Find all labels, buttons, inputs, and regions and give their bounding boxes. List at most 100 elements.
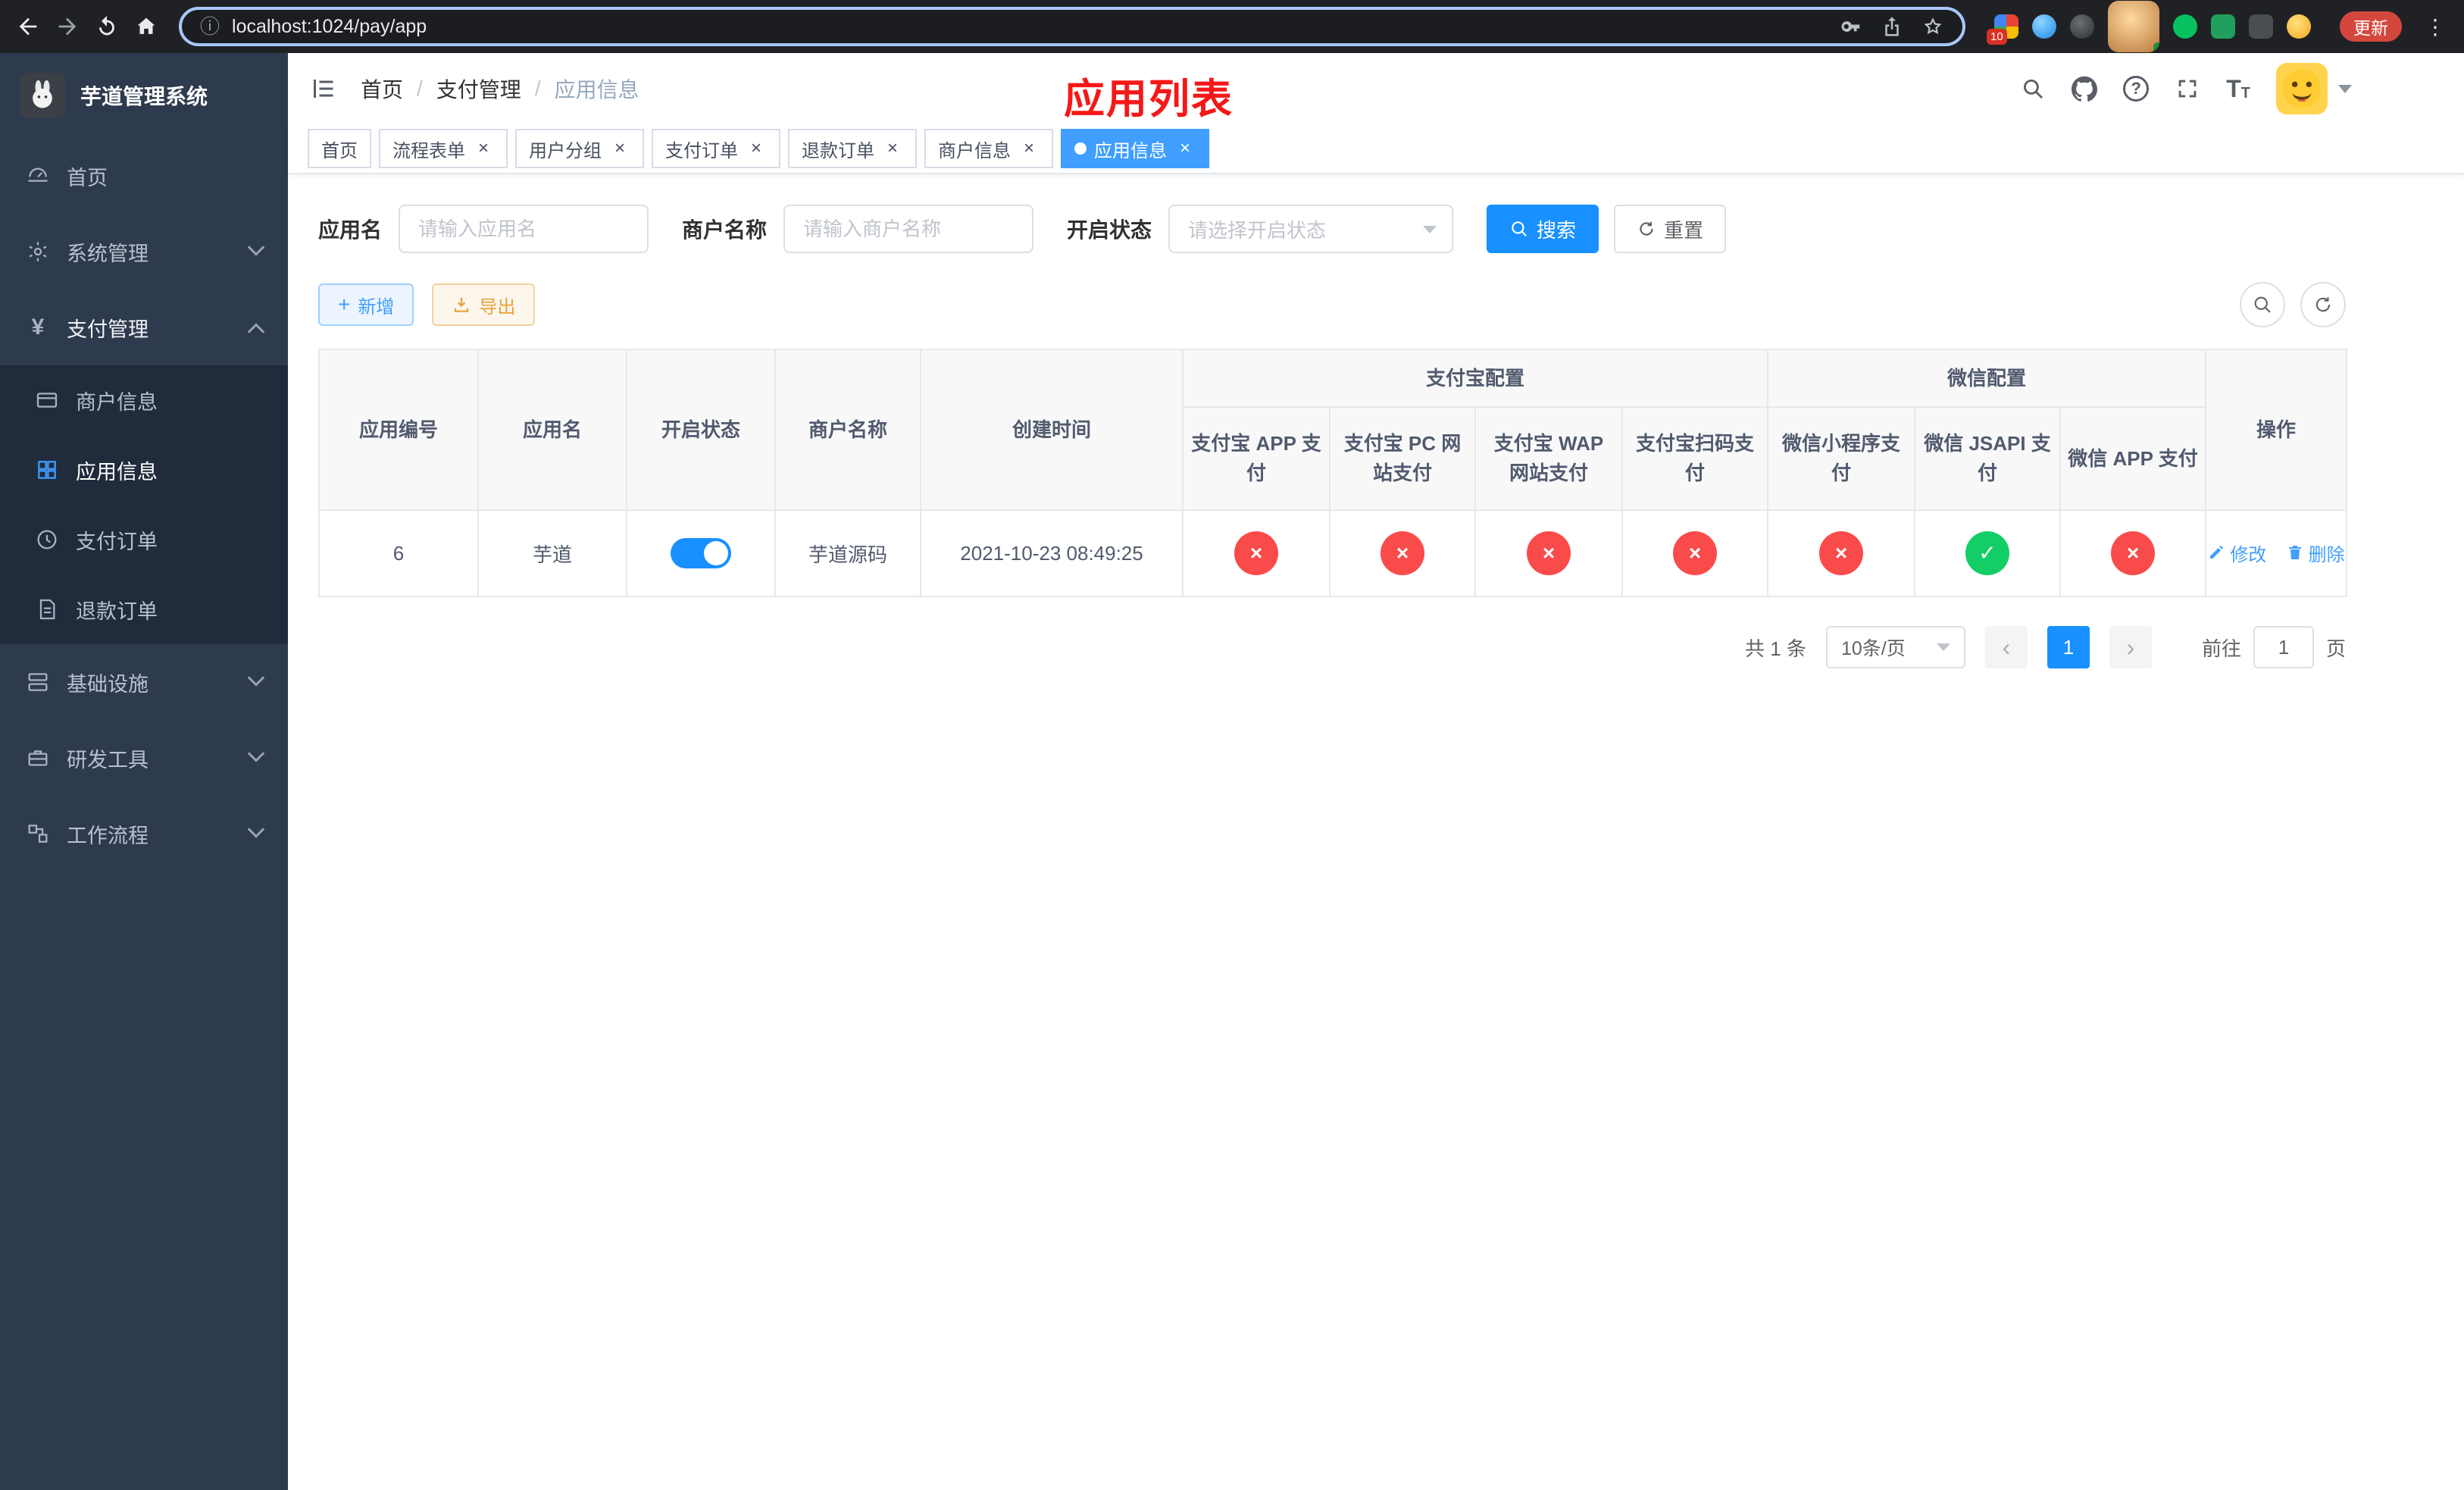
site-info-icon[interactable]: ⓘ [200,17,220,36]
close-icon[interactable]: × [1018,138,1040,159]
breadcrumb-item[interactable]: 首页 [361,74,403,104]
config-status-icon: × [1673,531,1717,575]
edit-link[interactable]: 修改 [2207,540,2266,566]
group-header-alipay: 支付宝配置 [1181,349,1769,408]
tab-home[interactable]: 首页 [308,129,371,168]
chrome-update-button[interactable]: 更新 [2340,11,2402,42]
sidebar-item-label: 系统管理 [67,242,149,265]
tab-app-info[interactable]: 应用信息 × [1061,129,1209,168]
browser-refresh-icon[interactable] [94,14,120,39]
browser-menu-icon[interactable]: ⋮ [2422,14,2449,39]
fullscreen-icon[interactable] [2175,76,2200,102]
extension-icon-2[interactable] [2032,14,2056,39]
password-key-icon[interactable] [1840,15,1862,38]
app-name-input[interactable] [399,205,649,253]
sidebar-item-system[interactable]: 系统管理 [0,214,288,290]
refresh-table-button[interactable] [2300,282,2346,327]
extension-icon-8[interactable] [2287,14,2311,39]
search-icon [2254,296,2271,313]
sidebar-item-app-info[interactable]: 应用信息 [0,435,288,505]
sidebar-item-refund-orders[interactable]: 退款订单 [0,574,288,644]
gear-icon [29,242,47,261]
bookmark-star-icon[interactable] [1921,15,1944,38]
breadcrumb: 首页 / 支付管理 / 应用信息 [361,74,639,104]
sidebar-item-merchant-info[interactable]: 商户信息 [0,365,288,435]
sidebar-item-infrastructure[interactable]: 基础设施 [0,644,288,720]
close-icon[interactable]: × [1174,138,1196,159]
extension-icon-7[interactable] [2249,14,2273,39]
column-header-alipay-app: 支付宝 APP 支付 [1182,406,1330,511]
github-icon[interactable] [2072,76,2098,102]
sidebar-item-payment[interactable]: ¥ 支付管理 [0,290,288,365]
share-icon[interactable] [1881,15,1903,38]
status-select[interactable]: 请选择开启状态 [1168,205,1454,253]
user-menu[interactable] [2276,63,2352,114]
sidebar-item-label: 首页 [67,166,108,189]
config-status-icon: × [1234,531,1278,575]
close-icon[interactable]: × [882,138,903,159]
merchant-name-label: 商户名称 [682,218,768,242]
app-title: 芋道管理系统 [80,85,208,108]
breadcrumb-separator: / [417,77,423,100]
page-size-select[interactable]: 10条/页 [1825,626,1965,668]
app-logo-row[interactable]: 芋道管理系统 [0,53,288,138]
search-button[interactable]: 搜索 [1487,205,1599,253]
extension-icon-3[interactable] [2070,14,2094,39]
tab-user-group[interactable]: 用户分组 × [515,129,644,168]
sidebar-toggle-icon[interactable] [309,75,336,102]
extension-icon-1[interactable]: 10 [1987,14,2018,45]
prev-page-button[interactable]: ‹ [1984,626,2028,668]
credit-card-icon [36,393,58,408]
goto-page-input[interactable] [2253,626,2314,668]
url-text[interactable]: localhost:1024/pay/app [232,16,427,38]
refresh-icon [1640,221,1653,236]
tab-refund-orders[interactable]: 退款订单 × [788,129,917,168]
next-page-button[interactable]: › [2109,626,2152,668]
reset-button[interactable]: 重置 [1614,205,1727,253]
chevron-up-icon [247,323,265,340]
status-toggle[interactable] [671,538,731,568]
breadcrumb-separator: / [534,77,541,100]
cell-merchant: 芋道源码 [774,509,921,597]
current-page-button[interactable]: 1 [2047,626,2090,668]
tab-merchant-info[interactable]: 商户信息 × [924,129,1053,168]
sidebar-item-workflow[interactable]: 工作流程 [0,796,288,872]
add-button[interactable]: + 新增 [318,283,414,326]
column-header-name: 应用名 [477,349,627,511]
tab-pay-orders[interactable]: 支付订单 × [652,129,780,168]
breadcrumb-item[interactable]: 支付管理 [436,74,521,104]
close-icon[interactable]: × [609,138,630,159]
delete-link[interactable]: 删除 [2286,540,2345,566]
sidebar-item-devtools[interactable]: 研发工具 [0,720,288,796]
browser-forward-icon[interactable] [55,14,80,39]
address-bar[interactable]: ⓘ localhost:1024/pay/app [179,7,1965,46]
search-icon[interactable] [2020,76,2046,102]
help-icon[interactable]: ? [2123,76,2150,102]
browser-home-icon[interactable] [133,14,159,39]
payment-submenu: 商户信息 应用信息 支付订单 退款订单 [0,365,288,644]
avatar[interactable] [2276,63,2328,114]
close-icon[interactable]: × [473,138,494,159]
extension-badge: 1 [2153,42,2159,52]
show-search-button[interactable] [2240,282,2285,327]
cell-status [626,509,776,597]
export-button[interactable]: 导出 [432,283,536,326]
merchant-name-input[interactable] [783,205,1034,253]
tab-label: 商户信息 [938,140,1011,161]
status-select-placeholder: 请选择开启状态 [1188,218,1327,242]
config-status-icon: ✓ [1965,531,2010,575]
font-size-icon[interactable]: TT [2226,77,2250,101]
extension-icon-6[interactable] [2211,14,2235,39]
navbar-actions: ? TT [2020,63,2352,114]
tab-process-form[interactable]: 流程表单 × [379,129,508,168]
plus-icon: + [338,293,351,316]
table-row: 6 芋道 芋道源码 2021-10-23 08:49:25 × × × × × [318,509,2348,597]
extension-icon-5[interactable] [2173,14,2197,39]
browser-back-icon[interactable] [15,14,41,39]
close-icon[interactable]: × [746,138,767,159]
chevron-down-icon [247,821,265,838]
chevron-down-icon [247,669,265,687]
extension-icon-4[interactable]: 1 [2108,1,2159,52]
sidebar-item-home[interactable]: 首页 [0,138,288,214]
sidebar-item-pay-orders[interactable]: 支付订单 [0,505,288,574]
